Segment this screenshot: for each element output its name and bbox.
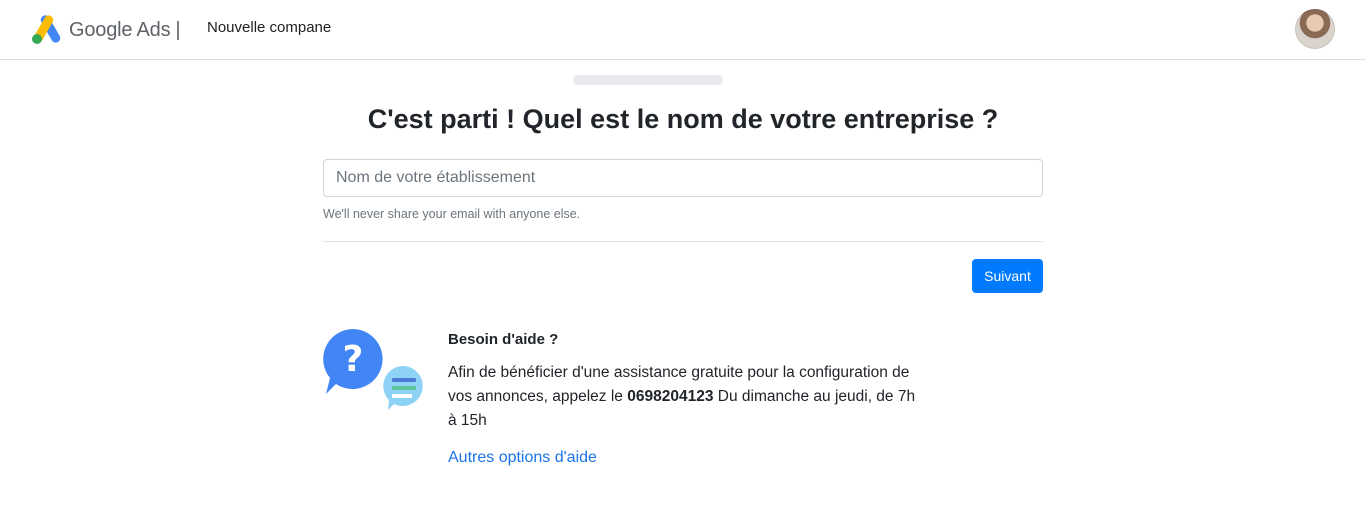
brand-name: Google Ads [69,18,171,41]
other-help-options-link[interactable]: Autres options d'aide [448,449,597,467]
divider [323,241,1043,242]
next-button[interactable]: Suivant [972,259,1043,293]
help-description: Afin de bénéficier d'une assistance grat… [448,361,918,433]
page-title: C'est parti ! Quel est le nom de votre e… [367,104,999,134]
brand[interactable]: Google Ads | [31,14,181,46]
progress-bar [573,75,723,85]
business-name-input[interactable] [323,159,1043,197]
brand-separator: | [175,18,181,41]
svg-text:?: ? [343,339,364,380]
campaign-title: Nouvelle compane [207,19,332,36]
top-bar: Google Ads | Nouvelle compane [0,0,1366,60]
help-question-chat-icon: ? [323,329,423,410]
google-ads-logo-icon [32,15,61,44]
input-help-text: We'll never share your email with anyone… [323,207,581,221]
user-avatar[interactable] [1295,9,1335,49]
help-phone-number: 0698204123 [627,388,714,405]
help-title: Besoin d'aide ? [448,331,559,348]
